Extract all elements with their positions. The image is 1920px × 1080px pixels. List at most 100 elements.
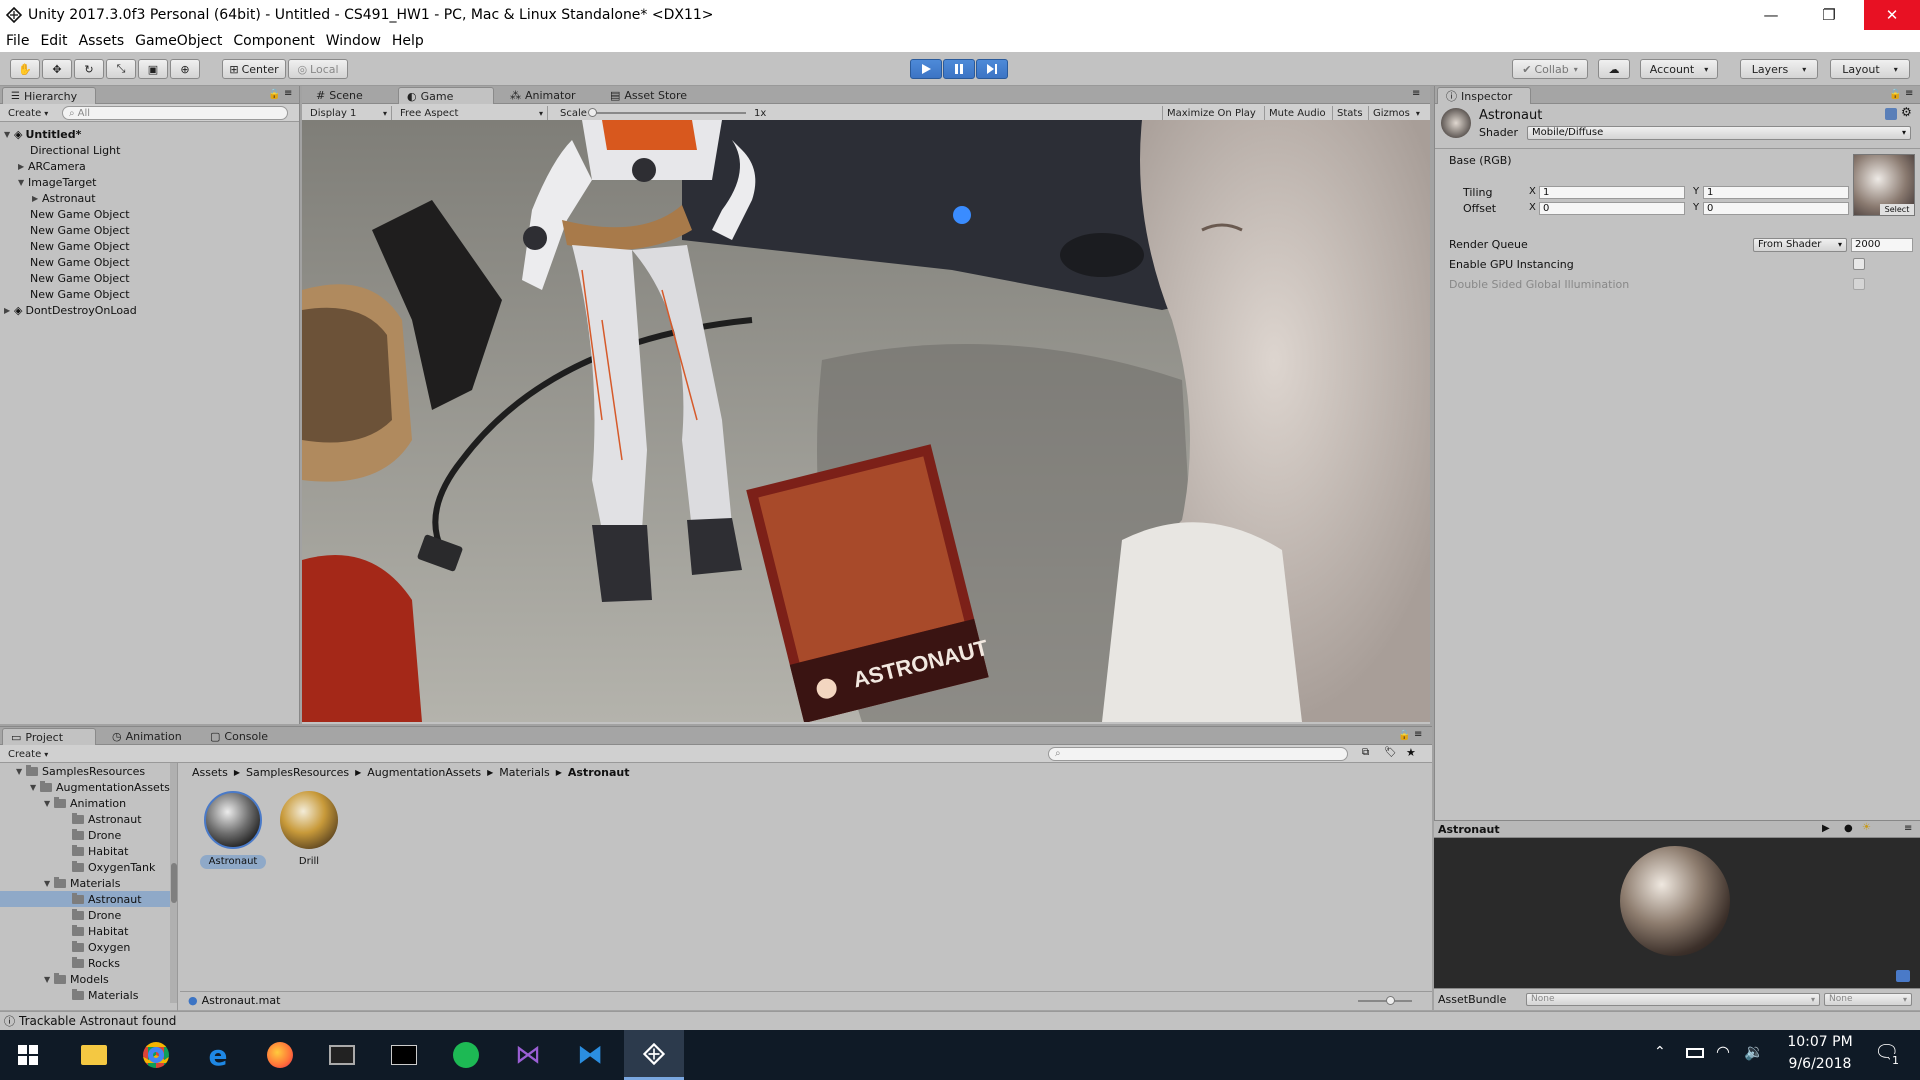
breadcrumb-item[interactable]: Assets — [192, 766, 228, 779]
folder-item[interactable]: Astronaut — [72, 811, 142, 827]
render-queue-field[interactable]: 2000 — [1851, 238, 1913, 252]
panel-menu-icon[interactable]: ≡ — [1414, 729, 1422, 740]
close-button[interactable]: ✕ — [1864, 0, 1920, 30]
breadcrumb-item[interactable]: Materials — [499, 766, 549, 779]
aspect-dropdown[interactable]: Free Aspect ▾ — [396, 106, 548, 120]
texture-select-button[interactable]: Select — [1880, 204, 1914, 215]
material-preview-area[interactable] — [1434, 838, 1920, 988]
lock-icon[interactable]: 🔒 — [268, 89, 280, 100]
scale-slider[interactable] — [592, 112, 746, 114]
show-hidden-icons-chevron-icon[interactable]: ⌃ — [1654, 1044, 1666, 1060]
hierarchy-item[interactable]: New Game Object — [30, 286, 130, 302]
menu-component[interactable]: Component — [233, 33, 314, 49]
wifi-icon[interactable]: ◠ — [1716, 1042, 1730, 1061]
scale-tool-button[interactable]: ⤡ — [106, 59, 136, 79]
breadcrumb-item[interactable]: AugmentationAssets — [367, 766, 481, 779]
tree-scrollbar-thumb[interactable] — [171, 863, 177, 903]
firefox-button[interactable] — [252, 1030, 308, 1080]
folder-item[interactable]: ▼ Models — [44, 971, 109, 987]
hand-tool-button[interactable]: ✋ — [10, 59, 40, 79]
unity-taskbar-button[interactable] — [624, 1030, 684, 1080]
panel-menu-icon[interactable]: ≡ — [1412, 88, 1420, 99]
filter-label-icon[interactable]: 🏷 — [1384, 747, 1397, 758]
action-center-button[interactable]: 🗨 1 — [1866, 1040, 1906, 1070]
collab-button[interactable]: ✔ Collab ▾ — [1512, 59, 1588, 79]
volume-icon[interactable]: 🔉 — [1744, 1042, 1764, 1061]
scene-root[interactable]: ▼ ◈ Untitled* — [4, 126, 296, 142]
project-create-button[interactable]: Create ▾ — [4, 747, 52, 761]
rotate-tool-button[interactable]: ↻ — [74, 59, 104, 79]
panel-menu-icon[interactable]: ≡ — [284, 88, 292, 99]
tab-inspector[interactable]: ⓘ Inspector — [1437, 87, 1531, 104]
hierarchy-item[interactable]: ▶ Astronaut — [32, 190, 96, 206]
tiling-x-field[interactable]: 1 — [1539, 186, 1685, 199]
tab-scene[interactable]: # Scene — [308, 87, 371, 104]
preview-light-icon[interactable]: ☀ — [1862, 822, 1871, 833]
hierarchy-item[interactable]: Directional Light — [30, 142, 120, 158]
hierarchy-item[interactable]: New Game Object — [30, 254, 130, 270]
tab-console[interactable]: ▢ Console — [202, 728, 276, 745]
menu-help[interactable]: Help — [392, 33, 424, 49]
visual-studio-button[interactable]: ⋈ — [500, 1030, 556, 1080]
tab-game[interactable]: ◐ Game — [398, 87, 494, 104]
hierarchy-item[interactable]: ▶ ARCamera — [18, 158, 86, 174]
folder-item[interactable]: ▼ Materials — [44, 875, 120, 891]
folder-item[interactable]: Drone — [72, 827, 121, 843]
clock-time[interactable]: 10:07 PM — [1780, 1034, 1860, 1050]
folder-item[interactable]: Rocks — [72, 955, 120, 971]
step-button[interactable] — [976, 59, 1008, 79]
move-tool-button[interactable]: ✥ — [42, 59, 72, 79]
tree-scrollbar[interactable] — [170, 763, 177, 1003]
panel-menu-icon[interactable]: ≡ — [1905, 88, 1913, 99]
hierarchy-item[interactable]: New Game Object — [30, 238, 130, 254]
tab-animator[interactable]: ⁂ Animator — [502, 87, 584, 104]
hierarchy-item[interactable]: New Game Object — [30, 270, 130, 286]
menu-assets[interactable]: Assets — [79, 33, 125, 49]
lock-icon[interactable]: 🔒 — [1398, 730, 1410, 741]
scale-slider-handle[interactable] — [588, 108, 597, 117]
stats-toggle[interactable]: Stats — [1332, 106, 1367, 120]
preview-sphere-icon[interactable]: ● — [1844, 823, 1853, 834]
pivot-center-button[interactable]: ⊞ Center — [222, 59, 286, 79]
command-prompt-button[interactable] — [376, 1030, 432, 1080]
game-camera-feed[interactable]: ASTRONAUT — [302, 120, 1430, 722]
favorite-star-icon[interactable]: ★ — [1406, 746, 1416, 759]
folder-item[interactable]: Habitat — [72, 843, 128, 859]
vscode-button[interactable]: ⧓ — [562, 1030, 618, 1080]
filter-type-icon[interactable]: ⧉ — [1362, 747, 1369, 758]
breadcrumb-item-current[interactable]: Astronaut — [568, 766, 630, 779]
folder-item[interactable]: Materials — [72, 987, 138, 1003]
minimize-button[interactable]: — — [1748, 0, 1794, 30]
spotify-button[interactable] — [438, 1030, 494, 1080]
pivot-local-button[interactable]: ◎ Local — [288, 59, 348, 79]
transform-tool-button[interactable]: ⊕ — [170, 59, 200, 79]
display-dropdown[interactable]: Display 1 ▾ — [306, 106, 392, 120]
asset-bundle-variant-dropdown[interactable]: None ▾ — [1824, 993, 1912, 1006]
panel-menu-icon[interactable]: ≡ — [1904, 823, 1912, 834]
file-explorer-button[interactable] — [66, 1030, 122, 1080]
folder-item-selected[interactable]: Astronaut — [0, 891, 176, 907]
lock-icon[interactable]: 🔒 — [1889, 89, 1901, 100]
project-search-input[interactable]: ⌕ — [1048, 747, 1348, 761]
dontdestroyonload-scene[interactable]: ▶ ◈ DontDestroyOnLoad — [4, 302, 296, 318]
hierarchy-create-button[interactable]: Create ▾ — [4, 106, 52, 120]
menu-window[interactable]: Window — [326, 33, 381, 49]
mute-audio-toggle[interactable]: Mute Audio — [1264, 106, 1330, 120]
folder-item[interactable]: Habitat — [72, 923, 128, 939]
cloud-button[interactable]: ☁ — [1598, 59, 1630, 79]
menu-gameobject[interactable]: GameObject — [135, 33, 222, 49]
base-texture-slot[interactable]: Select — [1853, 154, 1915, 216]
offset-x-field[interactable]: 0 — [1539, 202, 1685, 215]
thumbnail-size-handle[interactable] — [1386, 996, 1395, 1005]
folder-item[interactable]: ▼ AugmentationAssets — [30, 779, 170, 795]
offset-y-field[interactable]: 0 — [1703, 202, 1849, 215]
thumbnail-size-slider[interactable] — [1358, 1000, 1412, 1002]
folder-item[interactable]: Oxygen — [72, 939, 130, 955]
asset-item[interactable]: Drill — [276, 791, 342, 877]
help-book-icon[interactable] — [1885, 108, 1897, 120]
hierarchy-item[interactable]: ▼ ImageTarget — [18, 174, 96, 190]
folder-item[interactable]: OxygenTank — [72, 859, 155, 875]
tiling-y-field[interactable]: 1 — [1703, 186, 1849, 199]
gizmos-dropdown[interactable]: Gizmos ▾ — [1368, 106, 1424, 120]
breadcrumb-item[interactable]: SamplesResources — [246, 766, 349, 779]
